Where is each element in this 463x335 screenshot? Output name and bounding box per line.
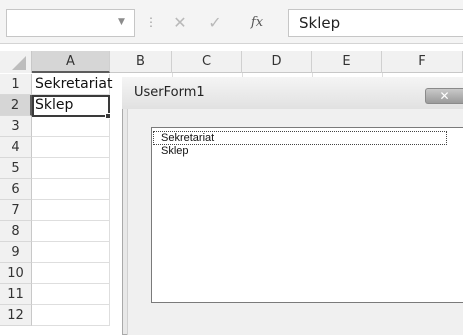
formula-input[interactable]: Sklep — [288, 9, 463, 37]
cell-a5[interactable] — [32, 158, 110, 179]
listbox-item-sekretariat[interactable]: Sekretariat — [153, 131, 447, 145]
row-header-9[interactable]: 9 — [0, 242, 32, 263]
cancel-icon[interactable]: ✕ — [168, 12, 192, 34]
row-header-10[interactable]: 10 — [0, 263, 32, 284]
row-header-6[interactable]: 6 — [0, 179, 32, 200]
row-header-3[interactable]: 3 — [0, 116, 32, 137]
userform-title: UserForm1 — [134, 85, 205, 100]
column-header-f[interactable]: F — [382, 51, 463, 73]
chevron-down-icon[interactable]: ▼ — [118, 16, 125, 28]
column-header-c[interactable]: C — [172, 51, 242, 73]
cell-a3[interactable] — [32, 116, 110, 137]
fill-handle[interactable] — [105, 113, 111, 119]
row-header-12[interactable]: 12 — [0, 305, 32, 326]
cell-a12[interactable] — [32, 305, 110, 326]
cell-a6[interactable] — [32, 179, 110, 200]
row-header-4[interactable]: 4 — [0, 137, 32, 158]
active-cell-border — [32, 95, 110, 117]
insert-function-icon[interactable]: fx — [245, 12, 269, 34]
row-header-5[interactable]: 5 — [0, 158, 32, 179]
close-button[interactable]: ✕ — [425, 88, 463, 104]
row-header-1[interactable]: 1 — [0, 74, 32, 95]
select-all-triangle-icon — [12, 56, 26, 70]
column-header-b[interactable]: B — [110, 51, 172, 73]
name-box[interactable] — [6, 9, 135, 37]
enter-icon[interactable]: ✓ — [203, 12, 227, 34]
column-header-e[interactable]: E — [312, 51, 382, 73]
row-header-7[interactable]: 7 — [0, 200, 32, 221]
column-header-d[interactable]: D — [242, 51, 312, 73]
row-header-11[interactable]: 11 — [0, 284, 32, 305]
cell-a9[interactable] — [32, 242, 110, 263]
column-header-a[interactable]: A — [32, 51, 110, 73]
listbox-item-sklep[interactable]: Sklep — [153, 145, 447, 159]
cell-a11[interactable] — [32, 284, 110, 305]
row-header-8[interactable]: 8 — [0, 221, 32, 242]
cell-a7[interactable] — [32, 200, 110, 221]
cell-a4[interactable] — [32, 137, 110, 158]
cell-a10[interactable] — [32, 263, 110, 284]
row-header-2[interactable]: 2 — [0, 95, 32, 116]
formula-bar-grip-icon: ⋮ — [145, 15, 157, 29]
cell-a1[interactable]: Sekretariat — [32, 74, 112, 95]
cell-a8[interactable] — [32, 221, 110, 242]
